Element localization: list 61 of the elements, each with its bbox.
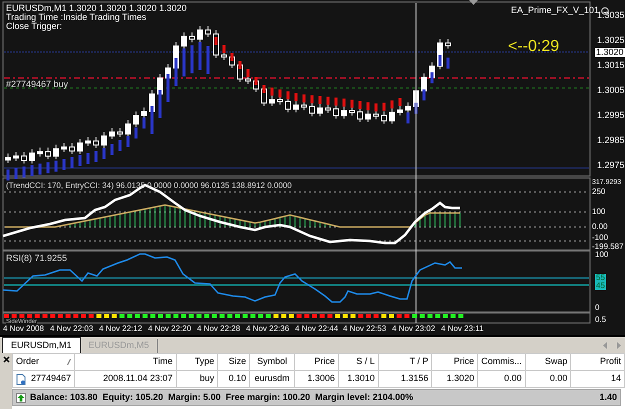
table-cell: buy — [176, 370, 218, 388]
axis-label: 4 Nov 22:12 — [99, 325, 142, 333]
column-header[interactable]: Commis... — [478, 354, 526, 370]
axis-label: -199.587 — [592, 243, 624, 251]
axis-label: 250 — [592, 188, 606, 196]
column-header[interactable]: Size — [218, 354, 250, 370]
axis-label: 4 Nov 22:28 — [197, 325, 240, 333]
axis-label: 55 — [595, 274, 606, 282]
column-header[interactable]: Price — [432, 354, 478, 370]
table-cell: 0.10 — [218, 370, 250, 388]
table-cell: 0.00 — [525, 370, 571, 388]
axis-label: 4 Nov 22:44 — [295, 325, 338, 333]
indicator-label: RSI(8) 71.9255 — [6, 254, 68, 263]
table-cell: 1.3006 — [294, 370, 338, 388]
table-cell: 1.3156 — [378, 370, 432, 388]
balance-summary: Balance: 103.80 Equity: 105.20 Margin: 5.00 Free margin: 100.20 Margin level: 2104.00% — [30, 390, 414, 404]
axis-label: 1.3035 — [597, 11, 625, 20]
table-cell: 14 — [570, 370, 624, 388]
chart-title: EURUSDm,M1 1.3020 1.3020 1.3020 1.3020 — [6, 4, 187, 13]
column-header[interactable]: Type — [176, 354, 218, 370]
axis-label: 4 Nov 22:20 — [148, 325, 192, 333]
axis-label: 4 Nov 23:11 — [441, 325, 484, 333]
axis-label: 0.5 — [595, 316, 606, 324]
axis-label: 1.2985 — [597, 136, 625, 145]
axis-label: 4 Nov 23:02 — [392, 325, 436, 333]
axis-label: 100 — [592, 208, 606, 216]
axis-label: 4 Nov 22:03 — [50, 325, 94, 333]
table-cell: 1.3010 — [338, 370, 378, 388]
chart-tab[interactable]: EURUSDm,M1 — [2, 337, 81, 353]
column-header[interactable]: T / P — [378, 354, 432, 370]
axis-label: 45 — [595, 282, 606, 290]
axis-label: 1.3015 — [597, 61, 625, 70]
total-profit: 1.40 — [599, 390, 617, 404]
table-cell: 0.00 — [478, 370, 526, 388]
axis-label: 4 Nov 22:36 — [246, 325, 290, 333]
table-cell-text: 27749467 — [31, 372, 72, 386]
axis-label: 100 — [595, 251, 608, 259]
column-header[interactable]: Price — [294, 354, 338, 370]
current-price-label: 1.3020 — [595, 48, 625, 57]
axis-label: 1.2995 — [597, 111, 625, 120]
table-cell: eurusdm — [250, 370, 295, 388]
axis-label: 0.00 — [592, 223, 608, 231]
column-header[interactable]: Symbol — [250, 354, 295, 370]
axis-label: 4 Nov 2008 — [3, 325, 44, 333]
table-cell: 1.3020 — [432, 370, 478, 388]
axis-label: 1.2975 — [597, 161, 625, 170]
axis-label: 4 Nov 22:53 — [343, 325, 386, 333]
expert-name: EA_Prime_FX_V_101 — [511, 6, 600, 15]
column-header[interactable]: Time — [74, 354, 176, 370]
countdown-text: <--0:29 — [508, 39, 560, 55]
column-header[interactable]: Profit — [570, 354, 624, 370]
axis-label: 0 — [595, 304, 600, 312]
column-header[interactable]: Swap — [525, 354, 571, 370]
axis-label: 1.3025 — [597, 36, 625, 45]
column-header[interactable]: S / L — [338, 354, 378, 370]
info-text: Close Trigger: — [6, 22, 62, 31]
order-label: #27749467 buy — [6, 80, 68, 89]
axis-label: 1.3005 — [597, 86, 625, 95]
info-text: Trading Time :Inside Trading Times — [6, 13, 146, 22]
axis-label: -100 — [592, 234, 608, 242]
table-cell: 2008.11.04 23:07 — [74, 370, 176, 388]
